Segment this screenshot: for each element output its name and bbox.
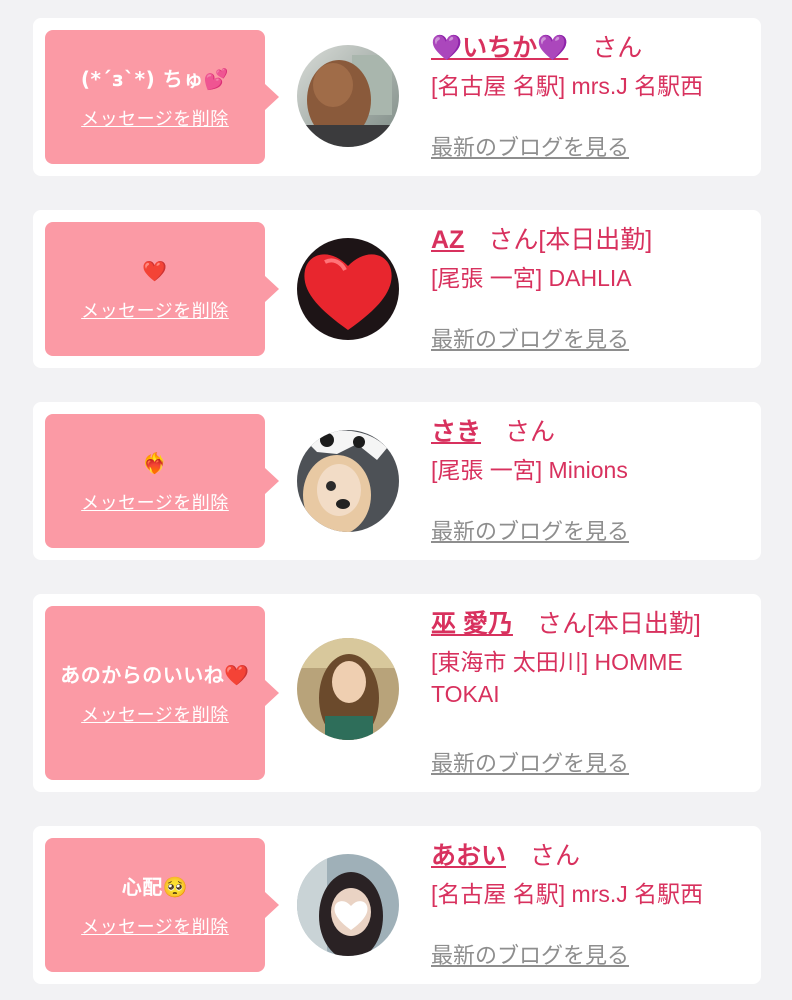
avatar-photo-icon[interactable] — [297, 45, 399, 147]
message-card: (*´з`*) ちゅ💕 メッセージを削除 💜いちか💜 さん [名古屋 名駅] m… — [33, 18, 761, 176]
delete-message-link[interactable]: メッセージを削除 — [81, 105, 229, 131]
honorific-label: さん — [488, 226, 539, 254]
shop-label: [尾張 一宮] DAHLIA — [431, 265, 632, 291]
girl-name-link[interactable]: 💜いちか💜 — [431, 34, 568, 62]
message-text: ❤️‍🔥 — [142, 450, 168, 475]
girl-info: 巫 愛乃 さん[本日出勤] [東海市 太田川] HOMME TOKAI — [431, 604, 751, 710]
honorific-label: さん — [592, 34, 643, 62]
message-bubble[interactable]: 心配🥺 メッセージを削除 — [45, 838, 279, 972]
message-card: ❤️‍🔥 メッセージを削除 さき さん [尾張 一宮] Minions 最新のブロ… — [33, 402, 761, 560]
girl-name-link[interactable]: 巫 愛乃 — [431, 610, 513, 638]
delete-message-link[interactable]: メッセージを削除 — [81, 701, 229, 727]
latest-blog-link[interactable]: 最新のブログを見る — [431, 746, 629, 778]
status-label: [本日出勤] — [586, 610, 701, 638]
message-text: ❤️ — [142, 258, 168, 283]
message-text: (*´з`*) ちゅ💕 — [80, 66, 230, 91]
honorific-label: さん — [536, 610, 587, 638]
avatar-photo-icon[interactable] — [297, 638, 399, 740]
girl-info: あおい さん [名古屋 名駅] mrs.J 名駅西 — [431, 836, 751, 910]
message-card: あのからのいいね❤️ メッセージを削除 巫 愛乃 さん[本日出勤] [東海市 太田… — [33, 594, 761, 792]
girl-info: さき さん [尾張 一宮] Minions — [431, 412, 751, 486]
shop-label: [名古屋 名駅] mrs.J 名駅西 — [431, 881, 704, 907]
message-card: 心配🥺 メッセージを削除 あおい さん [名古屋 名駅] mrs.J 名駅西 最新… — [33, 826, 761, 984]
avatar-photo-icon[interactable] — [297, 854, 399, 956]
girl-info: AZ さん[本日出勤] [尾張 一宮] DAHLIA — [431, 220, 751, 294]
shop-label: [尾張 一宮] Minions — [431, 457, 628, 483]
latest-blog-link[interactable]: 最新のブログを見る — [431, 322, 629, 354]
avatar-photo-icon[interactable] — [297, 430, 399, 532]
message-bubble[interactable]: (*´з`*) ちゅ💕 メッセージを削除 — [45, 30, 279, 164]
message-card: ❤️ メッセージを削除 AZ さん[本日出勤] [尾張 一宮] DAHLIA 最新… — [33, 210, 761, 368]
delete-message-link[interactable]: メッセージを削除 — [81, 913, 229, 939]
girl-name-link[interactable]: AZ — [431, 226, 464, 254]
girl-name-link[interactable]: さき — [431, 418, 481, 446]
shop-label: [名古屋 名駅] mrs.J 名駅西 — [431, 73, 704, 99]
message-text: あのからのいいね❤️ — [60, 662, 250, 687]
latest-blog-link[interactable]: 最新のブログを見る — [431, 514, 629, 546]
message-bubble[interactable]: あのからのいいね❤️ メッセージを削除 — [45, 606, 279, 780]
delete-message-link[interactable]: メッセージを削除 — [81, 489, 229, 515]
message-bubble[interactable]: ❤️‍🔥 メッセージを削除 — [45, 414, 279, 548]
honorific-label: さん — [505, 418, 556, 446]
delete-message-link[interactable]: メッセージを削除 — [81, 297, 229, 323]
shop-label: [東海市 太田川] HOMME TOKAI — [431, 649, 683, 707]
latest-blog-link[interactable]: 最新のブログを見る — [431, 130, 629, 162]
message-text: 心配🥺 — [121, 874, 189, 899]
girl-name-link[interactable]: あおい — [431, 842, 506, 870]
girl-info: 💜いちか💜 さん [名古屋 名駅] mrs.J 名駅西 — [431, 28, 751, 102]
message-bubble[interactable]: ❤️ メッセージを削除 — [45, 222, 279, 356]
avatar-photo-icon[interactable] — [297, 238, 399, 340]
latest-blog-link[interactable]: 最新のブログを見る — [431, 938, 629, 970]
message-list: (*´з`*) ちゅ💕 メッセージを削除 💜いちか💜 さん [名古屋 名駅] m… — [0, 0, 792, 1000]
honorific-label: さん — [530, 842, 581, 870]
status-label: [本日出勤] — [538, 226, 653, 254]
